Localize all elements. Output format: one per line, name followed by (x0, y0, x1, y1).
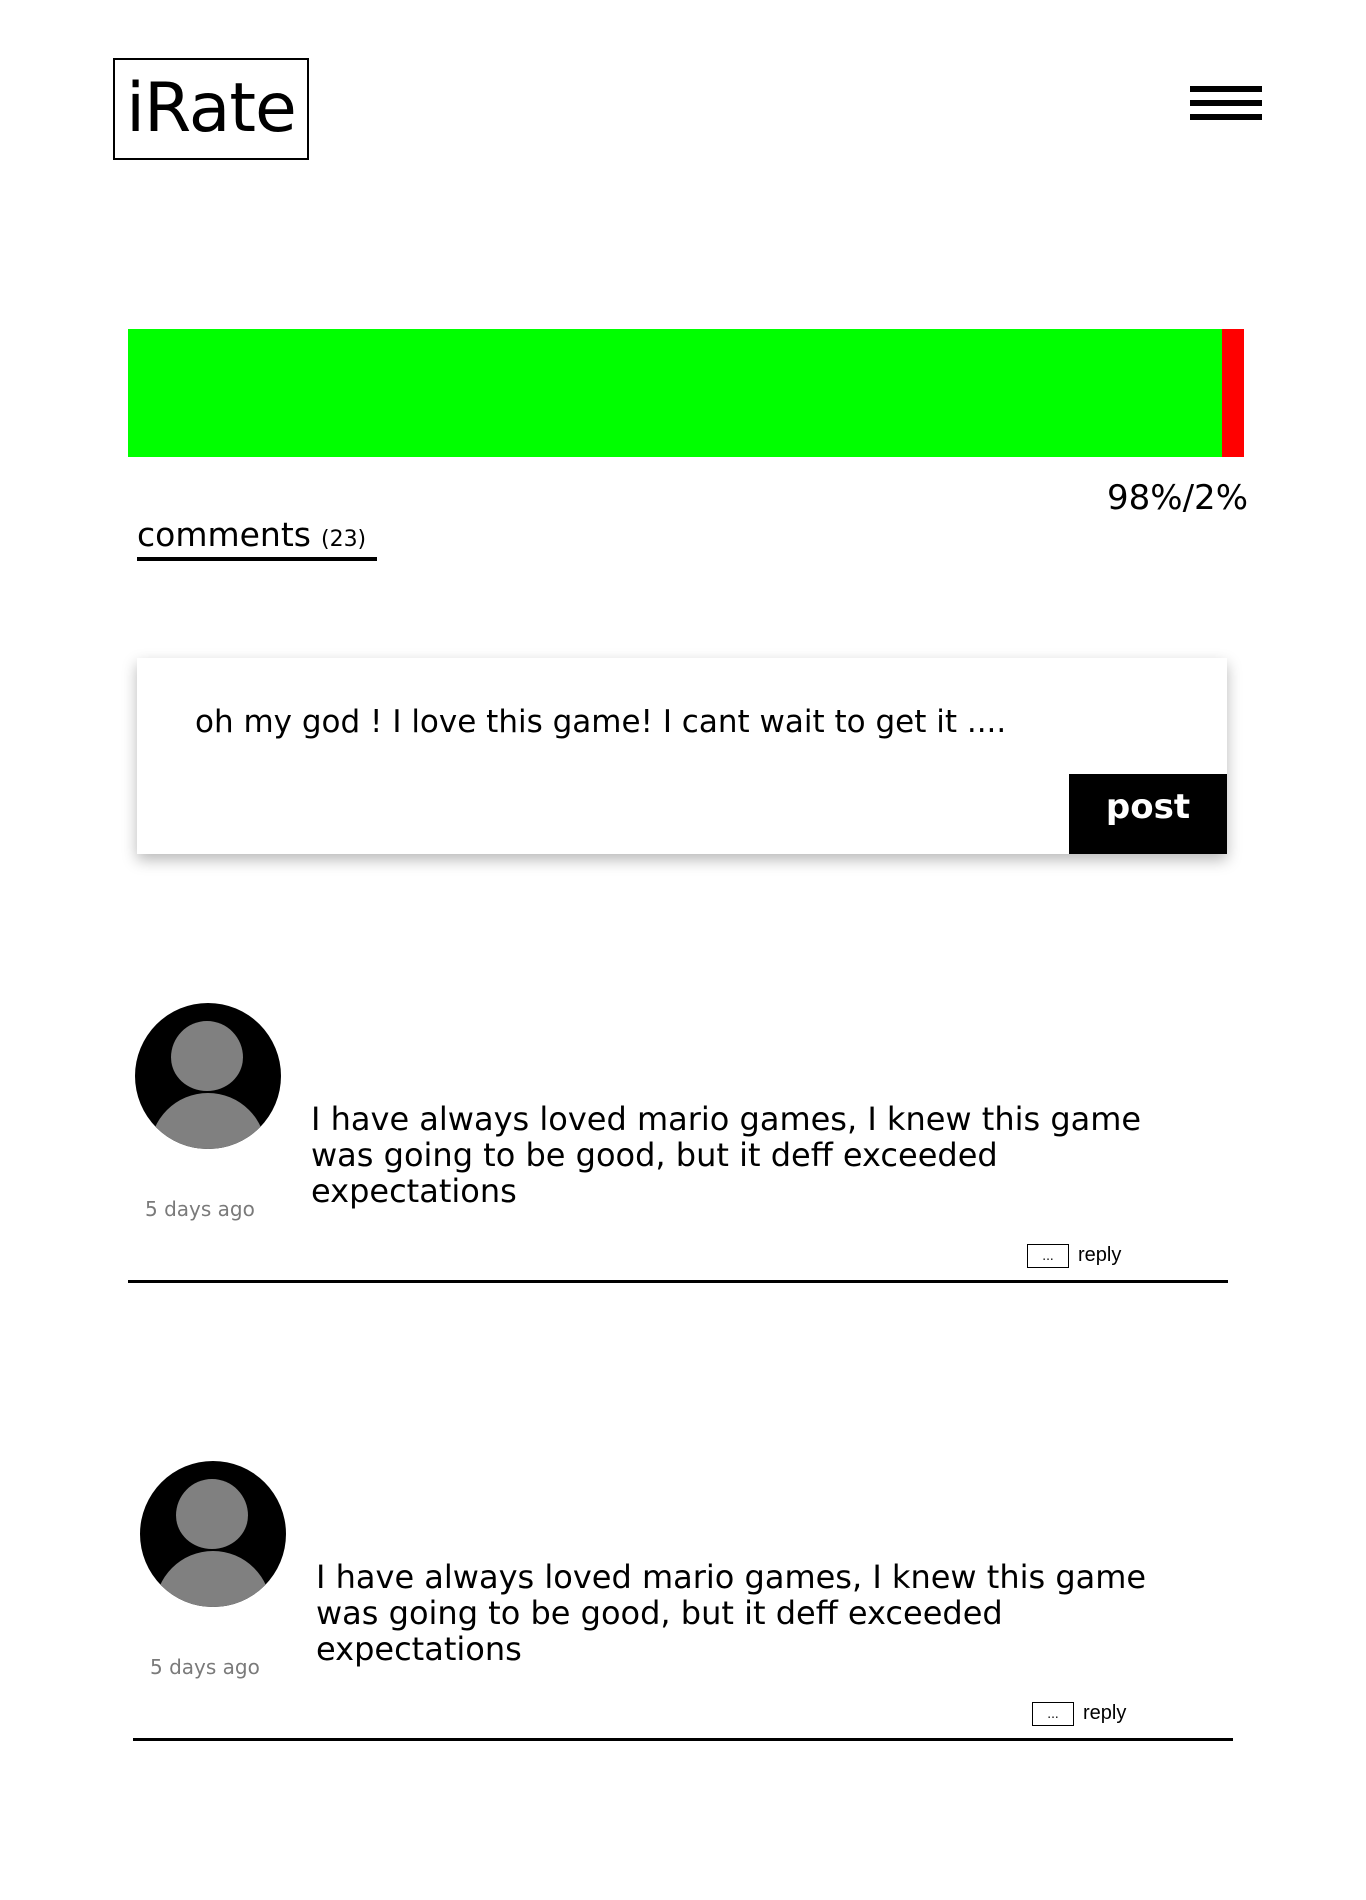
comment-divider (128, 1280, 1228, 1283)
avatar-head (176, 1479, 248, 1552)
more-options-button[interactable]: ... (1027, 1244, 1069, 1268)
avatar-body (155, 1551, 271, 1607)
avatar-head (171, 1021, 243, 1094)
app-logo[interactable]: iRate (113, 58, 309, 160)
comment-text: I have always loved mario games, I knew … (311, 1100, 1142, 1210)
reply-link[interactable]: reply (1078, 1244, 1121, 1267)
positive-rating-fill (128, 329, 1222, 457)
comment-text: I have always loved mario games, I knew … (316, 1558, 1147, 1668)
comment-divider (133, 1738, 1233, 1741)
reply-link[interactable]: reply (1083, 1702, 1126, 1725)
rating-percentage: 98%/2% (1107, 478, 1248, 518)
comment-item: I have always loved mario games, I knew … (128, 1003, 1228, 1283)
menu-line (1190, 100, 1262, 106)
post-button[interactable]: post (1069, 774, 1227, 854)
hamburger-menu-icon[interactable] (1190, 86, 1262, 124)
comments-tab-label: comments (137, 515, 311, 554)
comment-timestamp: 5 days ago (150, 1655, 260, 1679)
avatar-body (150, 1093, 266, 1149)
negative-rating-fill (1221, 329, 1244, 457)
menu-line (1190, 114, 1262, 120)
tab-comments[interactable]: comments (23) (137, 515, 377, 561)
more-options-button[interactable]: ... (1032, 1702, 1074, 1726)
comments-count: (23) (320, 527, 367, 552)
menu-line (1190, 86, 1262, 92)
comment-input[interactable] (195, 700, 1075, 744)
avatar (140, 1461, 286, 1607)
comment-composer: post (137, 658, 1227, 854)
comment-timestamp: 5 days ago (145, 1197, 255, 1221)
rating-bar (128, 329, 1244, 457)
avatar (135, 1003, 281, 1149)
comment-item: I have always loved mario games, I knew … (133, 1461, 1233, 1741)
